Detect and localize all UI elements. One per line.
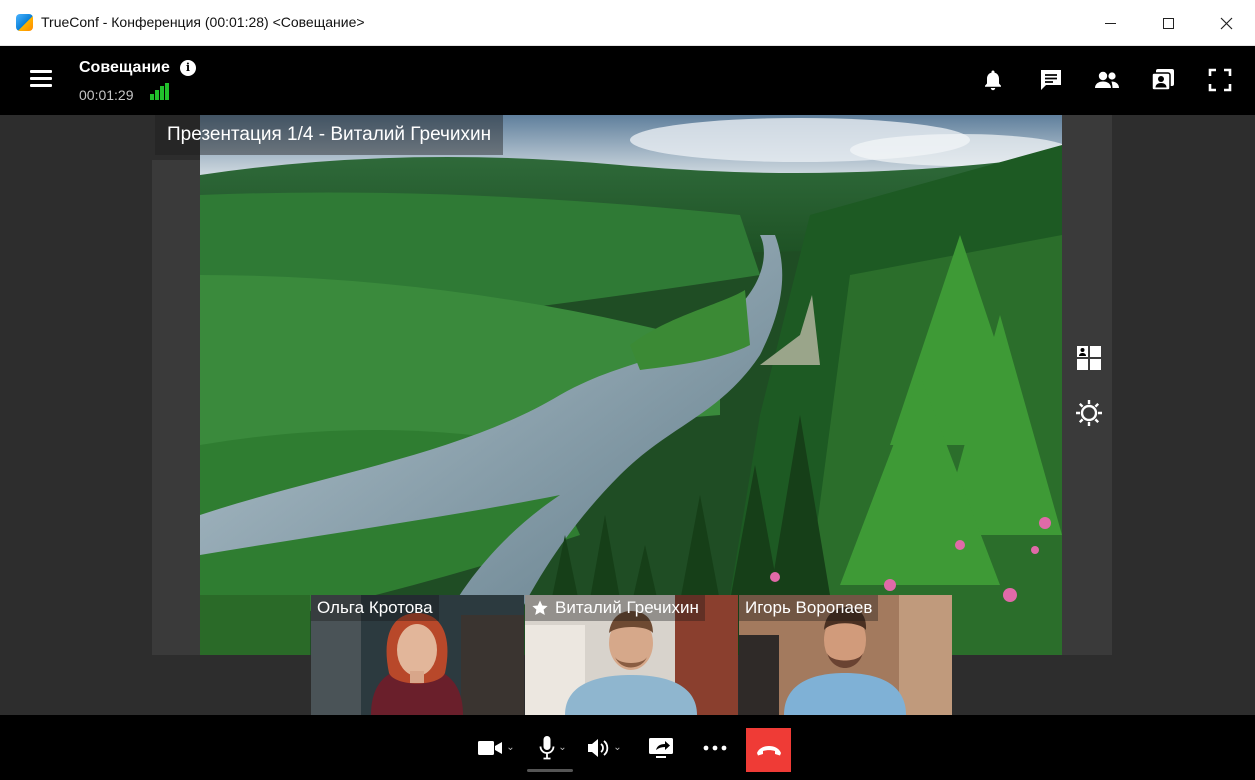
hang-up-button[interactable] xyxy=(746,728,791,772)
conference-header: Совещание i 00:01:29 xyxy=(0,46,1255,115)
chevron-down-icon[interactable]: ⌄ xyxy=(613,742,621,753)
left-letterbox xyxy=(152,160,200,655)
info-icon[interactable]: i xyxy=(180,60,196,76)
chevron-down-icon[interactable]: ⌄ xyxy=(558,742,566,753)
window-title: TrueConf - Конференция (00:01:28) <Совещ… xyxy=(41,14,365,30)
presentation-view[interactable] xyxy=(200,115,1062,655)
brightness-button[interactable] xyxy=(1066,390,1112,436)
menu-icon-bar xyxy=(30,77,52,80)
window-titlebar: TrueConf - Конференция (00:01:28) <Совещ… xyxy=(0,0,1255,46)
minimize-button[interactable] xyxy=(1081,0,1139,46)
participants-button[interactable] xyxy=(1093,66,1121,94)
close-icon xyxy=(1220,17,1232,29)
maximize-button[interactable] xyxy=(1139,0,1197,46)
participant-name-tag: Виталий Гречихин xyxy=(525,595,705,621)
participant-name: Ольга Кротова xyxy=(317,598,433,617)
participant-name-tag: Ольга Кротова xyxy=(311,595,439,621)
star-icon xyxy=(532,600,548,615)
speaker-icon xyxy=(588,738,609,757)
contacts-button[interactable] xyxy=(1150,66,1178,94)
fullscreen-button[interactable] xyxy=(1206,66,1234,94)
right-letterbox xyxy=(1062,115,1112,655)
call-controls: ⌄ ⌄ ⌄ xyxy=(0,715,1255,780)
speaker-button[interactable]: ⌄ xyxy=(582,715,626,780)
screen-share-icon xyxy=(649,737,673,758)
menu-icon-bar xyxy=(30,84,52,87)
minimize-icon xyxy=(1104,22,1116,24)
layout-button[interactable] xyxy=(1066,335,1112,381)
participants-icon xyxy=(1095,71,1119,88)
presentation-label: Презентация 1/4 - Виталий Гречихин xyxy=(155,115,504,155)
more-icon xyxy=(703,745,727,750)
participant-name: Виталий Гречихин xyxy=(555,598,699,617)
bell-icon xyxy=(985,70,1001,91)
hang-up-icon xyxy=(756,746,781,756)
participant-tile[interactable]: Игорь Воропаев xyxy=(739,595,952,715)
participant-tile[interactable]: Ольга Кротова xyxy=(311,595,524,715)
microphone-icon xyxy=(539,735,555,759)
maximize-icon xyxy=(1162,17,1174,29)
chat-button[interactable] xyxy=(1037,66,1065,94)
notifications-button[interactable] xyxy=(979,66,1007,94)
conference-timer: 00:01:29 xyxy=(79,87,134,103)
screen-share-button[interactable] xyxy=(645,715,677,780)
participant-tile-presenter[interactable]: Виталий Гречихин xyxy=(525,595,738,715)
trueconf-app-icon xyxy=(16,14,33,31)
more-options-button[interactable] xyxy=(698,715,732,780)
chevron-down-icon[interactable]: ⌄ xyxy=(506,742,514,753)
camera-icon xyxy=(478,740,503,755)
brightness-icon xyxy=(1076,400,1102,426)
menu-icon xyxy=(30,70,52,73)
layout-icon xyxy=(1077,346,1101,370)
participant-name: Игорь Воропаев xyxy=(745,598,873,617)
participant-name-tag: Игорь Воропаев xyxy=(739,595,879,621)
conference-stage: Презентация 1/4 - Виталий Гречихин Ольга… xyxy=(0,115,1255,715)
chat-icon xyxy=(1041,70,1061,90)
close-window-button[interactable] xyxy=(1197,0,1255,46)
contacts-icon xyxy=(1151,69,1174,91)
microphone-level-indicator xyxy=(527,769,573,772)
signal-strength-icon xyxy=(150,83,170,100)
conference-name: Совещание xyxy=(79,59,170,76)
camera-button[interactable]: ⌄ xyxy=(474,715,518,780)
presentation-slide-image xyxy=(200,115,1062,655)
fullscreen-icon xyxy=(1208,68,1232,92)
menu-button[interactable] xyxy=(30,70,52,88)
